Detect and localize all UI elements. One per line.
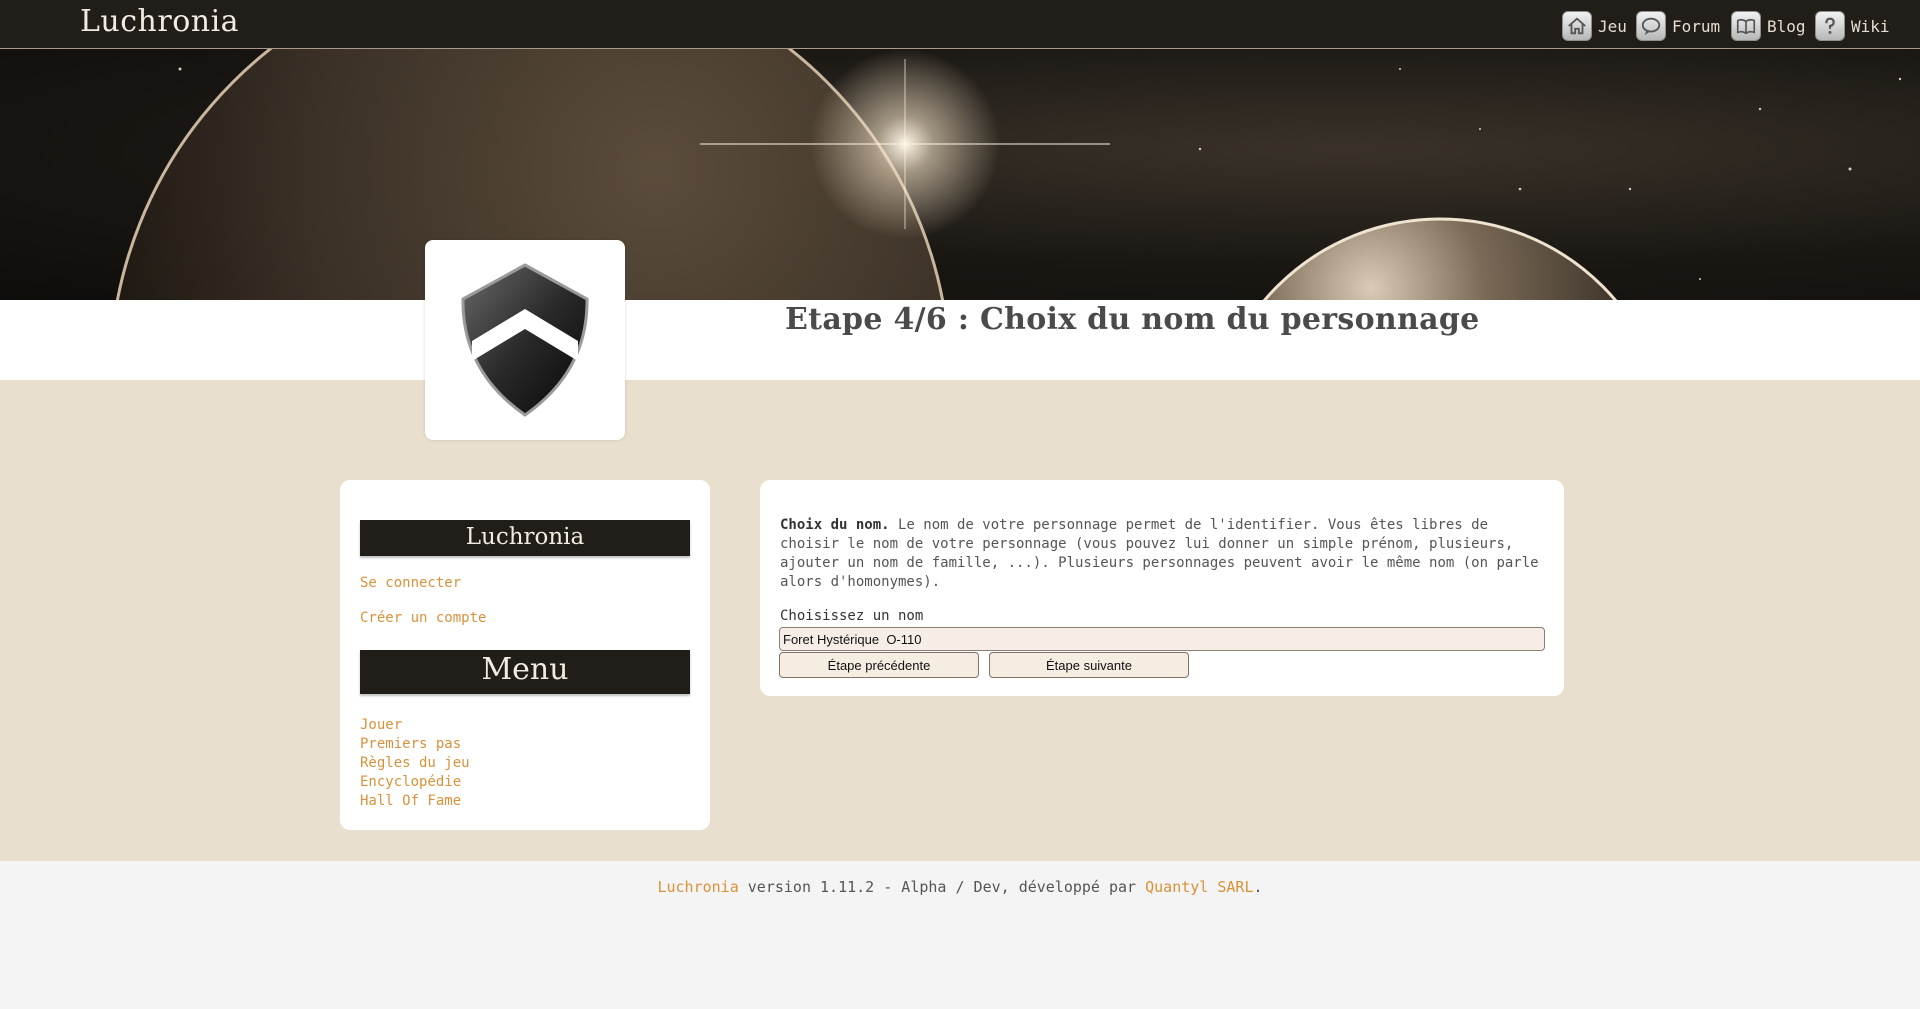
footer-app-link[interactable]: Luchronia: [657, 878, 738, 896]
nav-jeu-label: Jeu: [1598, 16, 1627, 36]
nav-blog-link[interactable]: Blog: [1731, 10, 1806, 42]
intro-text: Le nom de votre personnage permet de l'i…: [780, 517, 1539, 590]
name-input[interactable]: [779, 627, 1545, 651]
nav-jeu-link[interactable]: Jeu: [1562, 10, 1627, 42]
space-banner: [0, 49, 1920, 300]
sidebar: Luchronia Se connecter Créer un compte M…: [340, 480, 710, 830]
sidebar-account-heading: Luchronia: [360, 520, 690, 556]
shield-icon: [461, 263, 589, 417]
register-link[interactable]: Créer un compte: [360, 610, 486, 626]
intro-paragraph: Choix du nom. Le nom de votre personnage…: [780, 516, 1550, 592]
menu-item: Hall Of Fame: [360, 792, 470, 811]
name-label: Choisissez un nom: [780, 608, 924, 624]
next-step-button[interactable]: Étape suivante: [989, 652, 1189, 678]
footer-version-text: version 1.11.2 - Alpha / Dev, développé …: [738, 878, 1146, 896]
top-bar: Luchronia Jeu Forum Blog Wiki: [0, 0, 1920, 49]
menu-item-hall-of-fame[interactable]: Hall Of Fame: [360, 793, 461, 809]
footer-company-link[interactable]: Quantyl SARL: [1145, 878, 1253, 896]
nav-forum-link[interactable]: Forum: [1636, 10, 1720, 42]
sidebar-menu-heading: Menu: [360, 650, 690, 694]
home-icon: [1562, 11, 1592, 41]
menu-item-encyclopedie[interactable]: Encyclopédie: [360, 774, 461, 790]
page-title: Etape 4/6 : Choix du nom du personnage: [785, 302, 1480, 337]
menu-item: Jouer: [360, 716, 470, 735]
nav-wiki-link[interactable]: Wiki: [1815, 10, 1890, 42]
brand-logo-link[interactable]: Luchronia: [80, 4, 239, 39]
nav-wiki-label: Wiki: [1851, 16, 1890, 36]
menu-item: Règles du jeu: [360, 754, 470, 773]
book-icon: [1731, 11, 1761, 41]
menu-item: Encyclopédie: [360, 773, 470, 792]
sidebar-menu: Jouer Premiers pas Règles du jeu Encyclo…: [360, 716, 470, 811]
menu-item-jouer[interactable]: Jouer: [360, 717, 402, 733]
intro-bold: Choix du nom.: [780, 517, 890, 533]
speech-bubble-icon: [1636, 11, 1666, 41]
shield-emblem-box: [425, 240, 625, 440]
planets-illustration: [116, 49, 1902, 300]
login-link[interactable]: Se connecter: [360, 575, 461, 591]
previous-step-button[interactable]: Étape précédente: [779, 652, 979, 678]
footer-text: Luchronia version 1.11.2 - Alpha / Dev, …: [0, 878, 1920, 896]
nav-forum-label: Forum: [1672, 16, 1721, 36]
nav-blog-label: Blog: [1767, 16, 1806, 36]
question-icon: [1815, 11, 1845, 41]
footer: Luchronia version 1.11.2 - Alpha / Dev, …: [0, 861, 1920, 1009]
footer-end: .: [1253, 878, 1263, 896]
menu-item-premiers-pas[interactable]: Premiers pas: [360, 736, 461, 752]
menu-item: Premiers pas: [360, 735, 470, 754]
name-form-panel: Choix du nom. Le nom de votre personnage…: [760, 480, 1564, 696]
menu-item-regles[interactable]: Règles du jeu: [360, 755, 470, 771]
